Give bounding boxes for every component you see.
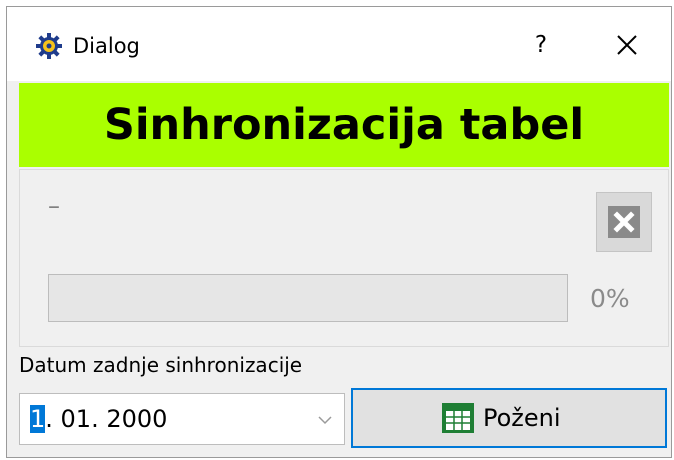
chevron-down-icon[interactable]	[318, 413, 332, 427]
run-button-label: Poženi	[483, 404, 561, 432]
close-icon[interactable]	[607, 25, 647, 65]
cancel-x-icon	[608, 206, 640, 238]
date-value: 1. 01. 2000	[30, 404, 167, 434]
run-button[interactable]: Poženi	[351, 388, 667, 448]
title-bar[interactable]: Dialog ?	[7, 7, 671, 81]
progress-panel: – 0%	[19, 169, 669, 347]
gear-icon	[36, 33, 62, 59]
sync-banner: Sinhronizacija tabel	[19, 83, 669, 167]
progress-percent: 0%	[590, 284, 630, 313]
status-text: –	[48, 192, 60, 220]
dialog-window: Dialog ? Sinhronizacija tabel – 0% Datum…	[6, 6, 672, 458]
date-rest: . 01. 2000	[45, 405, 168, 433]
calendar-grid-icon	[442, 403, 474, 433]
last-sync-date-label: Datum zadnje sinhronizacije	[19, 353, 303, 377]
help-button[interactable]: ?	[521, 25, 561, 65]
last-sync-date-picker[interactable]: 1. 01. 2000	[19, 393, 345, 445]
cancel-button[interactable]	[596, 192, 652, 252]
progress-bar	[48, 274, 568, 322]
date-day-selected: 1	[30, 405, 46, 433]
window-title: Dialog	[73, 34, 140, 58]
